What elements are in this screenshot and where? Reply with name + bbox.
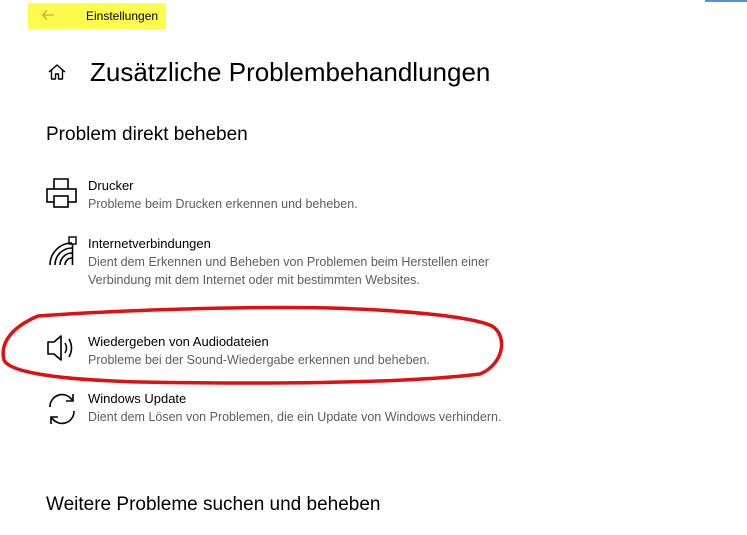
printer-icon	[46, 178, 77, 208]
section-title-direct: Problem direkt beheben	[46, 124, 248, 145]
speaker-icon	[47, 335, 73, 361]
app-title: Einstellungen	[86, 9, 159, 23]
item-description: Probleme beim Drucken erkennen und beheb…	[88, 197, 358, 211]
back-arrow-icon[interactable]	[40, 7, 56, 23]
item-text: Wiedergeben von Audiodateien Probleme be…	[88, 333, 508, 369]
item-name: Internetverbindungen	[88, 236, 211, 251]
troubleshooter-windows-update[interactable]: Windows Update Dient dem Lösen von Probl…	[44, 390, 504, 446]
network-icon	[49, 236, 77, 266]
window-top-edge	[705, 0, 747, 2]
troubleshooter-internet[interactable]: Internetverbindungen Dient dem Erkennen …	[44, 235, 504, 311]
item-description: Dient dem Lösen von Problemen, die ein U…	[88, 410, 502, 424]
home-icon[interactable]	[47, 62, 67, 82]
item-description: Probleme bei der Sound-Wiedergabe erkenn…	[88, 353, 430, 367]
item-text: Drucker Probleme beim Drucken erkennen u…	[88, 177, 508, 213]
item-text: Windows Update Dient dem Lösen von Probl…	[88, 390, 508, 426]
section-title-more: Weitere Probleme suchen und beheben	[46, 494, 381, 515]
troubleshooter-printer[interactable]: Drucker Probleme beim Drucken erkennen u…	[44, 177, 504, 217]
page-title: Zusätzliche Problembehandlungen	[90, 57, 491, 87]
item-text: Internetverbindungen Dient dem Erkennen …	[88, 235, 508, 289]
item-name: Drucker	[88, 178, 134, 193]
item-name: Wiedergeben von Audiodateien	[88, 334, 269, 349]
item-description: Dient dem Erkennen und Beheben von Probl…	[88, 255, 489, 287]
refresh-icon	[49, 393, 75, 425]
item-name: Windows Update	[88, 391, 187, 406]
troubleshooter-audio[interactable]: Wiedergeben von Audiodateien Probleme be…	[44, 333, 504, 373]
